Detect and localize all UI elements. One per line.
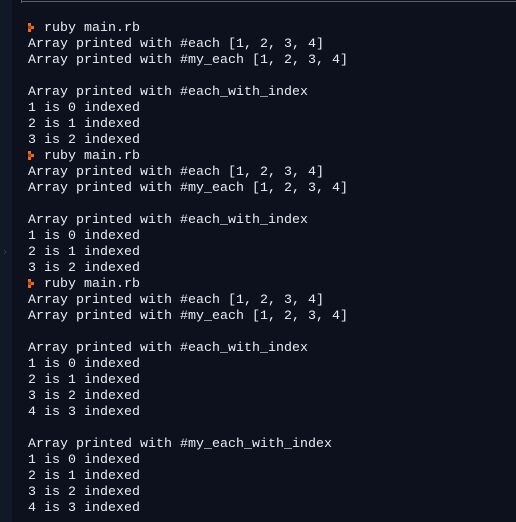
output-line: Array printed with #my_each_with_index — [28, 436, 516, 452]
output-text: Array printed with #my_each [1, 2, 3, 4] — [28, 180, 348, 195]
output-line: 2 is 1 indexed — [28, 468, 516, 484]
output-line: 3 is 2 indexed — [28, 484, 516, 500]
output-text: 4 is 3 indexed — [28, 404, 140, 419]
output-line: 1 is 0 indexed — [28, 100, 516, 116]
output-text: Array printed with #my_each_with_index — [28, 436, 332, 451]
output-line: 2 is 1 indexed — [28, 244, 516, 260]
output-line: Array printed with #each [1, 2, 3, 4] — [28, 292, 516, 308]
output-text: 2 is 1 indexed — [28, 372, 140, 387]
command-text: ruby main.rb — [44, 148, 140, 163]
output-line: 1 is 0 indexed — [28, 228, 516, 244]
command-line: ruby main.rb — [28, 148, 516, 164]
output-text: Array printed with #each [1, 2, 3, 4] — [28, 292, 324, 307]
output-text: 1 is 0 indexed — [28, 356, 140, 371]
prompt-arrow-icon — [28, 20, 36, 36]
console-panel: › ruby main.rb Array printed with #each [… — [0, 0, 516, 522]
command-line: ruby main.rb — [28, 276, 516, 292]
output-text: 1 is 0 indexed — [28, 452, 140, 467]
output-text: 3 is 2 indexed — [28, 484, 140, 499]
output-text: Array printed with #each_with_index — [28, 212, 308, 227]
command-text: ruby main.rb — [44, 276, 140, 291]
output-line: 2 is 1 indexed — [28, 372, 516, 388]
output-text: 2 is 1 indexed — [28, 244, 140, 259]
output-text: Array printed with #each_with_index — [28, 340, 308, 355]
output-text: 3 is 2 indexed — [28, 388, 140, 403]
prompt-arrow-icon — [28, 276, 36, 292]
output-line: Array printed with #my_each [1, 2, 3, 4] — [28, 52, 516, 68]
prompt-arrow-icon — [28, 148, 36, 164]
output-line: Array printed with #my_each [1, 2, 3, 4] — [28, 180, 516, 196]
output-text: Array printed with #each [1, 2, 3, 4] — [28, 36, 324, 51]
output-text: Array printed with #my_each [1, 2, 3, 4] — [28, 308, 348, 323]
output-text: 2 is 1 indexed — [28, 116, 140, 131]
output-line: 1 is 0 indexed — [28, 452, 516, 468]
output-line: 1 is 0 indexed — [28, 356, 516, 372]
output-text: Array printed with #each [1, 2, 3, 4] — [28, 164, 324, 179]
output-line: 3 is 2 indexed — [28, 260, 516, 276]
chevron-right-icon[interactable]: › — [3, 246, 7, 258]
output-text: Array printed with #my_each [1, 2, 3, 4] — [28, 52, 348, 67]
output-text: 3 is 2 indexed — [28, 260, 140, 275]
output-line: 4 is 3 indexed — [28, 500, 516, 516]
output-line: Array printed with #each_with_index — [28, 340, 516, 356]
output-line: 4 is 3 indexed — [28, 404, 516, 420]
output-line: Array printed with #my_each [1, 2, 3, 4] — [28, 308, 516, 324]
console-output[interactable]: ruby main.rb Array printed with #each [1,… — [28, 20, 516, 516]
output-line: Array printed with #each [1, 2, 3, 4] — [28, 164, 516, 180]
output-line: Array printed with #each_with_index — [28, 84, 516, 100]
output-line: Array printed with #each [1, 2, 3, 4] — [28, 36, 516, 52]
output-line: 2 is 1 indexed — [28, 116, 516, 132]
output-text: 3 is 2 indexed — [28, 132, 140, 147]
command-text: ruby main.rb — [44, 20, 140, 35]
output-line: 3 is 2 indexed — [28, 132, 516, 148]
output-text: 2 is 1 indexed — [28, 468, 140, 483]
command-line: ruby main.rb — [28, 20, 516, 36]
output-line: Array printed with #each_with_index — [28, 212, 516, 228]
output-line: 3 is 2 indexed — [28, 388, 516, 404]
output-text: 1 is 0 indexed — [28, 100, 140, 115]
output-text: Array printed with #each_with_index — [28, 84, 308, 99]
panel-top-border — [21, 1, 516, 2]
side-gutter: › — [0, 0, 12, 522]
output-text: 4 is 3 indexed — [28, 500, 140, 515]
output-text: 1 is 0 indexed — [28, 228, 140, 243]
